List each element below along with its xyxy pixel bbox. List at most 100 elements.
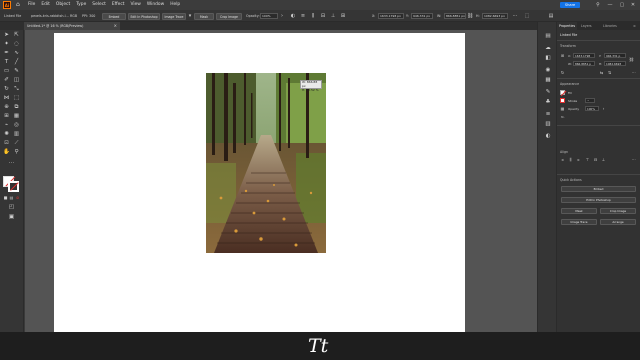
chevron-right-icon[interactable]: › [279,13,285,19]
home-icon[interactable]: ⌂ [16,2,22,8]
flip-vertical-icon[interactable]: ⇅ [607,70,612,75]
canvas-pasteboard[interactable]: W: 866.88 px H: 82.52 % [25,30,537,332]
menu-window[interactable]: Window [147,0,164,10]
align-icon[interactable]: ≡ [300,13,306,19]
align-hcenter-icon[interactable]: ⫼ [568,157,573,162]
close-tab-icon[interactable]: × [114,22,117,30]
stroke-swatch-small[interactable] [560,98,565,103]
none-mode-icon[interactable]: ⊘ [14,194,21,201]
zoom-tool-icon[interactable]: ⚲ [13,149,20,156]
menu-select[interactable]: Select [92,0,106,10]
edit-in-photoshop-button[interactable]: Edit In Photoshop [128,12,160,20]
graph-tool-icon[interactable]: ▥ [13,131,20,138]
edit-in-photoshop-button[interactable]: Edit In Photoshop [561,197,636,203]
trace-options-icon[interactable]: ▾ [187,13,193,19]
transform-icon[interactable]: ⬚ [524,13,530,19]
arrange-button[interactable]: Arrange [600,219,636,225]
slice-tool-icon[interactable]: ⟋ [13,140,20,147]
image-trace-button[interactable]: Image Trace [561,219,597,225]
type-tool-icon[interactable]: T [3,59,10,66]
prop-w-field[interactable]: 866.8851 p [573,61,595,66]
shape-builder-icon[interactable]: ⊕ [3,104,10,111]
minimize-button[interactable]: — [606,1,614,9]
link-proportions-icon[interactable]: ⛓ [629,57,634,62]
more-transform-icon[interactable]: ⋯ [631,70,636,75]
x-field[interactable]: 1633.1798 px [378,13,404,19]
menu-view[interactable]: View [130,0,140,10]
close-button[interactable]: ✕ [629,1,637,9]
opacity-chevron-icon[interactable]: › [601,106,606,111]
screen-mode-icon[interactable]: ▣ [8,214,15,221]
mesh-tool-icon[interactable]: ⊞ [3,113,10,120]
w-field[interactable]: 866.8851 px [444,13,466,19]
gradient-tool-icon[interactable]: ▦ [13,113,20,120]
stroke-swatch[interactable] [8,181,19,192]
align-bottom-icon[interactable]: ⊥ [601,157,606,162]
linked-filename[interactable]: pexels-kris-rabbitsh-l... [31,14,69,18]
embed-button[interactable]: Embed [561,186,636,192]
fx-label[interactable]: fx. [561,115,565,119]
crop-image-button[interactable]: Crop Image [216,12,242,20]
workspace-icon[interactable]: ▤ [548,13,554,19]
symbols-panel-icon[interactable]: ♣ [544,98,552,106]
shaper-tool-icon[interactable]: ✐ [3,77,10,84]
more-options-icon[interactable]: ⋯ [512,13,518,19]
image-trace-button[interactable]: Image Trace [162,12,186,20]
menu-object[interactable]: Object [56,0,70,10]
stroke-panel-icon[interactable]: ≡ [544,110,552,118]
menu-edit[interactable]: Edit [41,0,50,10]
eyedropper-icon[interactable]: ⌁ [3,122,10,129]
menu-help[interactable]: Help [170,0,180,10]
stroke-weight-field[interactable]: ⌃ [585,98,595,103]
opacity-field[interactable]: 100% [585,106,599,111]
tab-properties[interactable]: Properties [557,22,578,30]
fill-swatch-small[interactable] [560,90,567,96]
link-proportions-icon[interactable]: ⛓ [467,13,473,19]
rotate-tool-icon[interactable]: ↻ [3,86,10,93]
more-align-icon[interactable]: ⋯ [631,157,636,162]
gradient-panel-icon[interactable]: ▥ [544,120,552,128]
prop-x-field[interactable]: 1633.1798 [573,53,595,58]
color-panel-icon[interactable]: ◉ [544,66,552,74]
blend-tool-icon[interactable]: ◎ [13,122,20,129]
direct-selection-icon[interactable]: ⇱ [13,32,20,39]
layers-panel-icon[interactable]: ◧ [544,54,552,62]
h-field[interactable]: 1082.6693 px [482,13,508,19]
libraries-panel-icon[interactable]: ☁ [544,44,552,52]
pen-tool-icon[interactable]: ✒ [3,50,10,57]
document-tab[interactable]: Untitled-1* @ 16 % (RGB/Preview) × [24,22,120,30]
transparency-panel-icon[interactable]: ◐ [544,132,552,140]
magic-wand-icon[interactable]: ✦ [3,41,10,48]
paintbrush-tool-icon[interactable]: ✎ [13,68,20,75]
menu-file[interactable]: File [28,0,35,10]
align-right-icon[interactable]: ⫸ [576,157,581,162]
perspective-grid-icon[interactable]: ⧉ [13,104,20,111]
panel-menu-icon[interactable]: ≡ [631,22,638,30]
draw-mode-icon[interactable]: ◰ [8,204,15,211]
swatches-panel-icon[interactable]: ▦ [544,76,552,84]
tab-libraries[interactable]: Libraries [601,22,619,30]
rotate-icon[interactable]: ↻ [560,70,565,75]
prop-y-field[interactable]: 946.331 p [604,53,626,58]
distribute-icon[interactable]: ⫼ [310,13,316,19]
placed-image-forest-boardwalk[interactable]: W: 866.88 px H: 82.52 % [206,73,326,253]
line-tool-icon[interactable]: ╱ [13,59,20,66]
crop-image-button[interactable]: Crop Image [600,208,636,214]
reference-point-icon[interactable]: ⊞ [340,13,346,19]
share-button[interactable]: Share [560,2,580,8]
artboard[interactable]: W: 866.88 px H: 82.52 % [54,33,465,332]
recolor-icon[interactable]: ◐ [290,13,296,19]
align-left-icon[interactable]: ⫷ [560,157,565,162]
menu-type[interactable]: Type [76,0,86,10]
eraser-tool-icon[interactable]: ◫ [13,77,20,84]
mask-button[interactable]: Mask [194,12,214,20]
artboard-tool-icon[interactable]: ⊡ [3,140,10,147]
mask-button[interactable]: Mask [561,208,597,214]
y-field[interactable]: 946.331 px [411,13,433,19]
menu-effect[interactable]: Effect [112,0,125,10]
brushes-panel-icon[interactable]: ✎ [544,88,552,96]
reference-point-icon[interactable]: ⊞ [560,53,565,58]
opacity-field[interactable]: 100% [260,13,278,19]
scale-tool-icon[interactable]: ⤡ [13,86,20,93]
more-tools-icon[interactable]: ⋯ [8,160,15,167]
